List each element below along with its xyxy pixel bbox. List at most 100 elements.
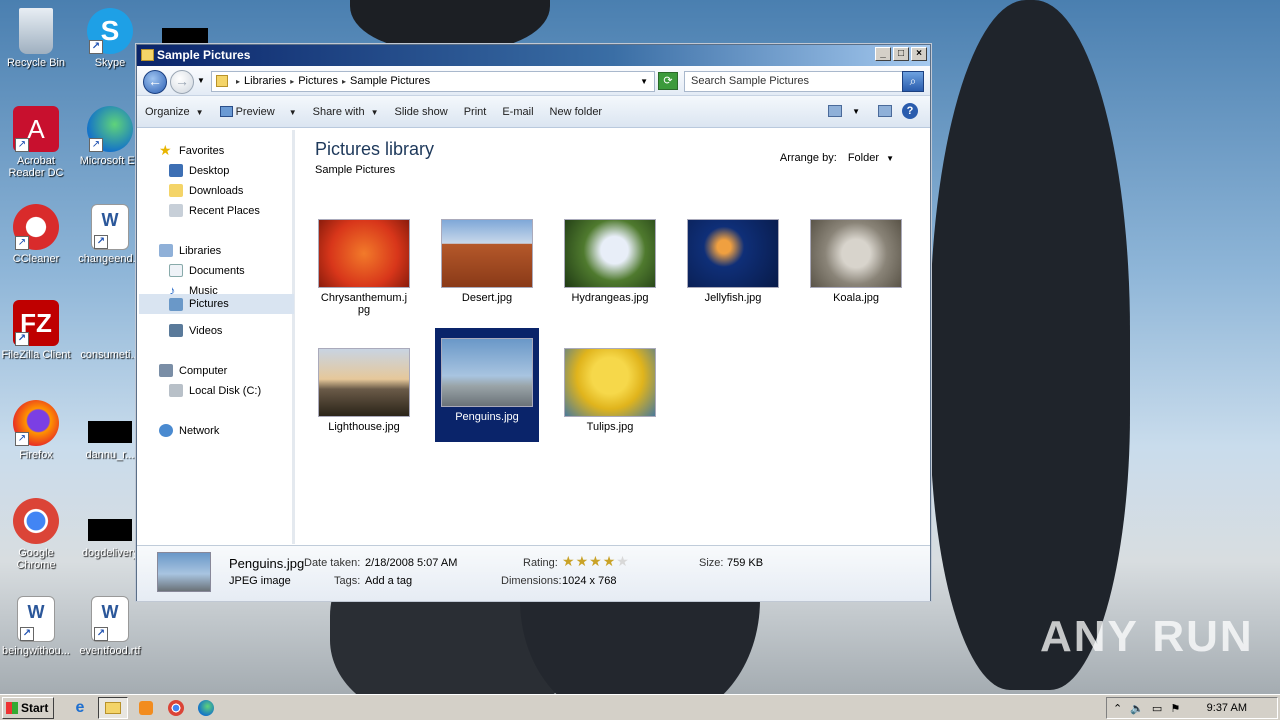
date-taken-label: Date taken: xyxy=(304,557,361,569)
preview-icon xyxy=(219,105,233,117)
breadcrumb-libraries[interactable]: Libraries xyxy=(244,72,286,91)
nav-recent-places[interactable]: Recent Places xyxy=(169,204,260,217)
nav-pictures[interactable]: Pictures xyxy=(139,294,294,314)
file-thumbnail[interactable]: Chrysanthemum.jpg xyxy=(312,209,416,316)
chevron-right-icon[interactable]: ▸ xyxy=(236,72,240,91)
skype-icon: S ↗ xyxy=(87,8,133,54)
date-taken-value[interactable]: 2/18/2008 5:07 AM xyxy=(365,557,457,569)
dimensions-value: 1024 x 768 xyxy=(562,575,617,587)
desktop-icon-ccleaner[interactable]: ↗ CCleaner xyxy=(0,204,74,265)
breadcrumb-pictures[interactable]: Pictures xyxy=(298,72,338,91)
explorer-window[interactable]: Sample Pictures _ □ × ← → ▼ ▸ Libraries … xyxy=(136,44,931,601)
search-input[interactable]: Search Sample Pictures ⌕ xyxy=(684,71,924,92)
chrome-icon xyxy=(168,699,184,716)
star-icon[interactable]: ★ xyxy=(589,553,602,569)
nav-documents[interactable]: Documents xyxy=(169,264,245,277)
nav-label: Recent Places xyxy=(189,204,260,217)
desktop-icon-eventfood[interactable]: W ↗ eventfood.rtf xyxy=(72,596,148,657)
maximize-button[interactable]: □ xyxy=(893,47,909,61)
desktop-icon-label: dannu_r... xyxy=(85,449,135,461)
refresh-icon: ⟳ xyxy=(663,75,673,87)
chevron-down-icon: ▼ xyxy=(886,154,894,163)
nav-computer[interactable]: Computer xyxy=(159,364,227,377)
nav-network[interactable]: Network xyxy=(159,424,219,437)
desktop-icon-chrome[interactable]: Google Chrome xyxy=(0,498,74,571)
email-button[interactable]: E-mail xyxy=(502,106,533,118)
rating-stars[interactable]: ★★★★★ xyxy=(562,553,630,570)
file-thumbnail[interactable]: Hydrangeas.jpg xyxy=(558,209,662,304)
star-icon[interactable]: ★ xyxy=(603,553,616,569)
chevron-right-icon[interactable]: ▸ xyxy=(342,72,346,91)
share-with-button[interactable]: Share with ▼ xyxy=(313,106,379,118)
taskbar-edge[interactable] xyxy=(194,697,218,719)
organize-button[interactable]: Organize ▼ xyxy=(145,106,204,118)
slide-show-button[interactable]: Slide show xyxy=(395,106,448,118)
nav-favorites[interactable]: ★ Favorites xyxy=(159,142,224,158)
preview-pane-icon[interactable] xyxy=(878,105,892,117)
star-icon: ★ xyxy=(159,142,172,158)
chevron-down-icon[interactable]: ▼ xyxy=(852,107,860,116)
filezilla-icon: FZ ↗ xyxy=(13,300,59,346)
nav-downloads[interactable]: Downloads xyxy=(169,184,243,197)
file-thumbnail[interactable]: Lighthouse.jpg xyxy=(312,338,416,433)
network-icon xyxy=(159,424,173,437)
history-dropdown-icon[interactable]: ▼ xyxy=(197,76,205,85)
print-button[interactable]: Print xyxy=(464,106,487,118)
taskbar-chrome[interactable] xyxy=(164,697,188,719)
desktop-icon-recycle-bin[interactable]: Recycle Bin xyxy=(0,8,74,69)
back-button[interactable]: ← xyxy=(143,70,167,94)
taskbar-explorer[interactable] xyxy=(98,696,128,719)
desktop-icon-firefox[interactable]: ↗ Firefox xyxy=(0,400,74,461)
file-thumbnail[interactable]: Jellyfish.jpg xyxy=(681,209,785,304)
flag-icon[interactable]: ⚑ xyxy=(1170,702,1180,715)
generic-file-icon xyxy=(87,300,133,346)
file-thumbnail[interactable]: Koala.jpg xyxy=(804,209,908,304)
chevron-down-icon: ▼ xyxy=(195,107,204,117)
drive-icon xyxy=(169,384,183,397)
clock[interactable]: 9:37 AM xyxy=(1207,702,1247,714)
chevron-down-icon[interactable]: ▼ xyxy=(640,72,648,91)
window-titlebar[interactable]: Sample Pictures _ □ × xyxy=(137,45,930,66)
network-tray-icon[interactable]: ▭ xyxy=(1152,702,1162,715)
help-icon[interactable]: ? xyxy=(902,103,918,119)
edge-icon xyxy=(198,699,214,716)
arrange-dropdown[interactable]: Folder ▼ xyxy=(848,152,894,164)
desktop-icon-acrobat[interactable]: A ↗ Acrobat Reader DC xyxy=(0,106,74,179)
minimize-button[interactable]: _ xyxy=(875,47,891,61)
forward-button[interactable]: → xyxy=(170,70,194,94)
nav-label: Computer xyxy=(179,364,228,377)
search-icon[interactable]: ⌕ xyxy=(902,71,924,92)
file-thumbnail-selected[interactable]: Penguins.jpg xyxy=(435,328,539,442)
chevron-up-icon[interactable]: ⌃ xyxy=(1113,702,1122,715)
nav-libraries[interactable]: Libraries xyxy=(159,244,221,257)
desktop-icon-filezilla[interactable]: FZ ↗ FileZilla Client xyxy=(0,300,74,361)
file-name: Lighthouse.jpg xyxy=(328,421,400,433)
nav-videos[interactable]: Videos xyxy=(169,324,222,337)
star-icon[interactable]: ★ xyxy=(562,553,575,569)
taskbar-media-player[interactable] xyxy=(134,697,158,719)
windows-flag-icon xyxy=(6,701,18,714)
nav-local-disk[interactable]: Local Disk (C:) xyxy=(169,384,261,397)
view-options-icon[interactable] xyxy=(828,105,843,117)
file-thumbnail[interactable]: Tulips.jpg xyxy=(558,338,662,433)
refresh-button[interactable]: ⟳ xyxy=(658,72,678,90)
file-thumbnail[interactable]: Desert.jpg xyxy=(435,209,539,304)
breadcrumb[interactable]: ▸ Libraries ▸ Pictures ▸ Sample Pictures… xyxy=(211,71,655,92)
volume-icon[interactable]: 🔈 xyxy=(1130,702,1144,715)
downloads-icon xyxy=(169,184,183,197)
penguins-image xyxy=(441,338,533,407)
nav-desktop[interactable]: Desktop xyxy=(169,164,229,177)
desktop-icon-beingwithou[interactable]: W ↗ beingwithou... xyxy=(0,596,74,657)
tags-value[interactable]: Add a tag xyxy=(365,575,412,587)
breadcrumb-sample-pictures[interactable]: Sample Pictures xyxy=(350,72,430,91)
chevron-right-icon[interactable]: ▸ xyxy=(290,72,294,91)
new-folder-button[interactable]: New folder xyxy=(550,106,603,118)
start-label: Start xyxy=(21,700,49,715)
star-icon[interactable]: ★ xyxy=(616,553,629,569)
close-button[interactable]: × xyxy=(911,47,927,61)
star-icon[interactable]: ★ xyxy=(576,553,589,569)
taskbar-ie[interactable]: e xyxy=(68,697,92,719)
file-name: Penguins.jpg xyxy=(455,411,519,423)
start-button[interactable]: Start xyxy=(2,696,54,719)
preview-button[interactable]: Preview ▼ xyxy=(219,105,297,118)
